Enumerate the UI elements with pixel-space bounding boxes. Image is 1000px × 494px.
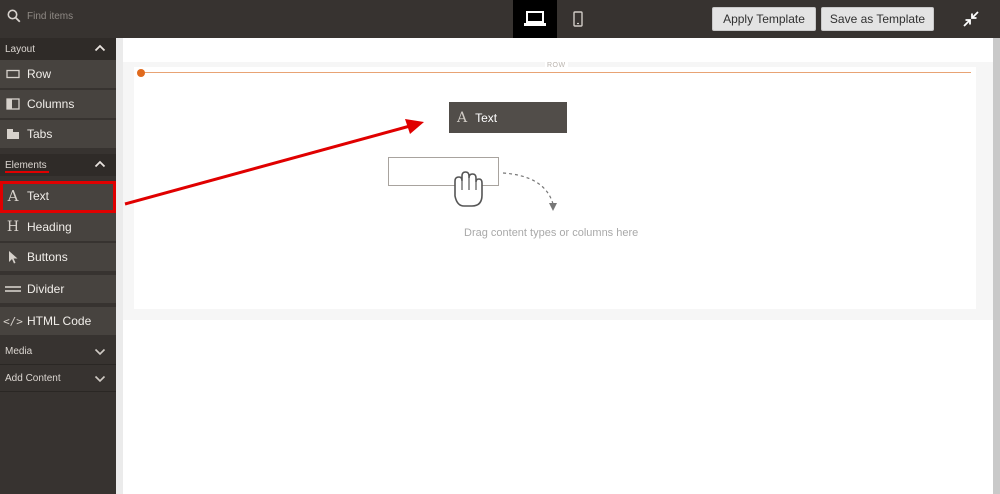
search-box[interactable]: Find items	[0, 0, 116, 32]
tabs-icon	[5, 126, 21, 142]
row-top-border	[140, 72, 971, 73]
sidebar-panel: Layout Row Columns Tabs Elements A Text …	[0, 38, 116, 494]
sidebar-item-tabs[interactable]: Tabs	[0, 120, 116, 150]
sidebar-item-text[interactable]: A Text	[0, 181, 116, 213]
sidebar-item-buttons[interactable]: Buttons	[0, 243, 116, 273]
section-header-layout[interactable]: Layout	[0, 38, 116, 60]
save-as-template-button[interactable]: Save as Template	[821, 7, 934, 31]
sidebar-item-label: Buttons	[27, 250, 68, 264]
sidebar-item-label: HTML Code	[27, 314, 92, 328]
dragging-text-element[interactable]: A Text	[449, 102, 567, 133]
section-label: Add Content	[5, 373, 61, 384]
row-label: ROW	[545, 62, 568, 69]
chevron-down-icon	[94, 348, 106, 356]
desktop-view-button[interactable]	[513, 0, 557, 38]
sidebar-item-label: Heading	[27, 220, 72, 234]
section-label: Elements	[5, 159, 47, 171]
html-code-icon: </>	[3, 314, 23, 328]
sidebar-item-row[interactable]: Row	[0, 60, 116, 90]
text-icon: A	[457, 109, 468, 126]
heading-icon: H	[6, 219, 20, 235]
stage-gutter	[116, 38, 123, 494]
sidebar-item-divider[interactable]: Divider	[0, 275, 116, 305]
top-toolbar: Find items Apply Template Save as Templa…	[0, 0, 1000, 38]
divider-icon	[5, 281, 21, 297]
search-icon	[7, 9, 21, 23]
buttons-icon	[5, 249, 21, 265]
sidebar-item-label: Text	[27, 189, 50, 203]
apply-template-button[interactable]: Apply Template	[712, 7, 816, 31]
columns-icon	[5, 96, 21, 112]
sidebar-item-label: Row	[27, 67, 52, 81]
dragging-label: Text	[475, 110, 498, 125]
mobile-view-button[interactable]	[556, 0, 600, 38]
collapse-icon[interactable]	[962, 10, 980, 28]
sidebar-item-columns[interactable]: Columns	[0, 90, 116, 120]
sidebar-item-heading[interactable]: H Heading	[0, 213, 116, 243]
sidebar-item-label: Divider	[27, 282, 65, 296]
drop-hint: Drag content types or columns here	[464, 227, 639, 239]
sidebar-item-label: Columns	[27, 97, 75, 111]
section-header-media[interactable]: Media	[0, 339, 116, 365]
chevron-up-icon	[94, 44, 106, 52]
section-label: Media	[5, 346, 33, 357]
drop-placeholder	[388, 157, 499, 186]
section-label: Layout	[5, 43, 36, 55]
sidebar-item-html-code[interactable]: </> HTML Code	[0, 307, 116, 337]
scrollbar[interactable]	[993, 38, 1000, 494]
chevron-down-icon	[94, 375, 106, 383]
annotation-underline	[5, 171, 49, 173]
chevron-up-icon	[94, 160, 106, 168]
row-icon	[5, 66, 21, 82]
row-handle[interactable]	[137, 69, 145, 77]
sidebar-item-label: Tabs	[27, 127, 53, 141]
text-icon: A	[7, 187, 19, 205]
section-header-add-content[interactable]: Add Content	[0, 366, 116, 392]
search-input[interactable]: Find items	[27, 11, 73, 22]
mobile-icon	[573, 11, 583, 27]
desktop-icon	[524, 11, 546, 26]
